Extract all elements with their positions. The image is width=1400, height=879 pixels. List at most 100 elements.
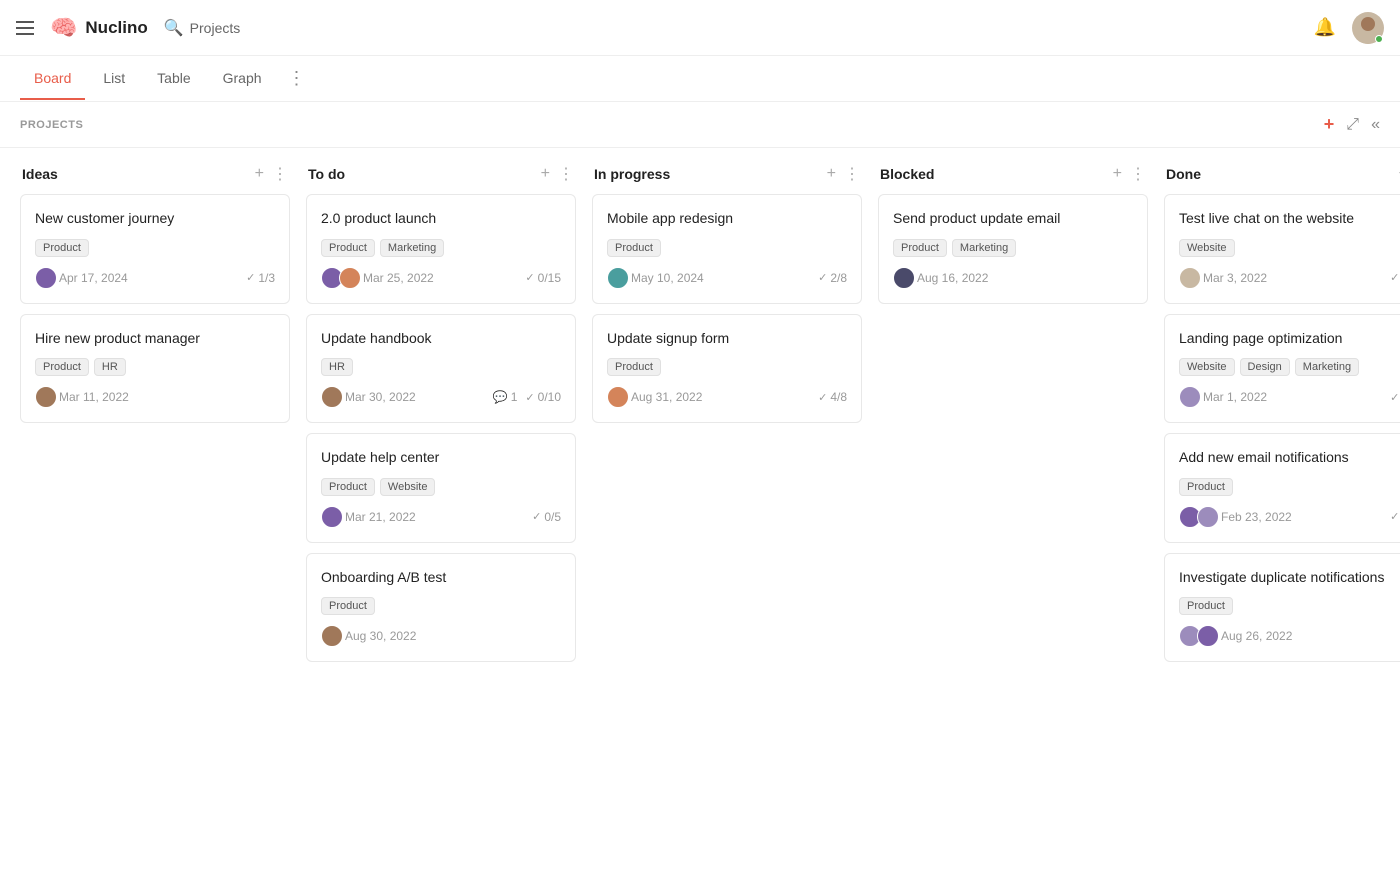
hamburger-button[interactable]: [16, 21, 34, 35]
card-avatars: [321, 625, 339, 647]
card-progress: ✓ 7/7: [1390, 271, 1400, 285]
card-footer: May 10, 2024 ✓ 2/8: [607, 267, 847, 289]
card-footer: Feb 23, 2022 ✓ 5/5: [1179, 506, 1400, 528]
card-progress: ✓ 5/5: [1390, 510, 1400, 524]
collapse-button[interactable]: «: [1371, 116, 1380, 134]
card-meta: Aug 31, 2022: [607, 386, 702, 408]
card-mobile-redesign[interactable]: Mobile app redesign Product May 10, 2024…: [592, 194, 862, 304]
card-date: May 10, 2024: [631, 271, 704, 285]
board-header: PROJECTS + ⤢ «: [0, 102, 1400, 148]
top-nav: 🧠 Nuclino 🔍 Projects 🔔: [0, 0, 1400, 56]
progress-value: 0/5: [544, 510, 561, 524]
avatar: [1197, 506, 1219, 528]
nav-right: 🔔: [1314, 12, 1384, 44]
tag: Product: [1179, 597, 1233, 615]
column-add-blocked[interactable]: +: [1113, 165, 1122, 183]
board-header-title: PROJECTS: [20, 119, 83, 131]
card-progress: ✓ 2/8: [818, 271, 847, 285]
card-email-notifications[interactable]: Add new email notifications Product Feb …: [1164, 433, 1400, 543]
card-date: Mar 3, 2022: [1203, 271, 1267, 285]
card-meta: Apr 17, 2024: [35, 267, 128, 289]
tag: Website: [1179, 239, 1235, 257]
card-date: Feb 23, 2022: [1221, 510, 1292, 524]
card-meta: Mar 25, 2022: [321, 267, 434, 289]
card-footer: Mar 30, 2022 💬 1 ✓ 0/10: [321, 386, 561, 408]
tag: Marketing: [1295, 358, 1359, 376]
column-menu-inprogress[interactable]: ⋮: [844, 164, 860, 184]
tab-graph[interactable]: Graph: [209, 58, 276, 100]
card-landing-page[interactable]: Landing page optimization Website Design…: [1164, 314, 1400, 424]
column-menu-blocked[interactable]: ⋮: [1130, 164, 1146, 184]
avatar: [35, 267, 57, 289]
card-progress: ✓ 1/3: [246, 271, 275, 285]
card-title: Update handbook: [321, 329, 561, 349]
tag: HR: [94, 358, 126, 376]
avatar: [321, 506, 343, 528]
expand-button[interactable]: ⤢: [1346, 116, 1359, 134]
card-progress: ✓ 0/5: [532, 510, 561, 524]
card-duplicate-notifications[interactable]: Investigate duplicate notifications Prod…: [1164, 553, 1400, 663]
comment-icon: 💬: [493, 390, 508, 404]
nav-left: 🧠 Nuclino 🔍 Projects: [16, 15, 240, 41]
tag: Product: [893, 239, 947, 257]
card-date: Mar 11, 2022: [59, 390, 129, 404]
progress-icon: ✓: [1390, 271, 1399, 284]
search-icon: 🔍: [164, 18, 184, 38]
tabs-more-button[interactable]: ⋮: [280, 56, 314, 101]
card-title: 2.0 product launch: [321, 209, 561, 229]
logo: 🧠 Nuclino: [50, 15, 148, 41]
avatar: [1179, 386, 1201, 408]
card-avatars: [893, 267, 911, 289]
tab-board[interactable]: Board: [20, 58, 85, 100]
tab-list[interactable]: List: [89, 58, 139, 100]
column-title-done: Done: [1166, 166, 1201, 182]
card-meta: Feb 23, 2022: [1179, 506, 1292, 528]
column-blocked: Blocked + ⋮ Send product update email Pr…: [878, 164, 1148, 314]
column-title-inprogress: In progress: [594, 166, 670, 182]
column-actions-ideas: + ⋮: [255, 164, 288, 184]
card-meta: Aug 16, 2022: [893, 267, 988, 289]
breadcrumb-text[interactable]: Projects: [190, 20, 241, 36]
column-add-todo[interactable]: +: [541, 165, 550, 183]
column-add-inprogress[interactable]: +: [827, 165, 836, 183]
card-title: Add new email notifications: [1179, 448, 1400, 468]
tag: Marketing: [952, 239, 1016, 257]
card-tags: Product: [607, 239, 847, 257]
card-tags: Website: [1179, 239, 1400, 257]
card-update-signup[interactable]: Update signup form Product Aug 31, 2022 …: [592, 314, 862, 424]
avatar-online-dot: [1375, 35, 1383, 43]
card-new-customer-journey[interactable]: New customer journey Product Apr 17, 202…: [20, 194, 290, 304]
column-add-ideas[interactable]: +: [255, 165, 264, 183]
progress-icon: ✓: [532, 510, 541, 523]
card-meta: Mar 11, 2022: [35, 386, 129, 408]
column-inprogress: In progress + ⋮ Mobile app redesign Prod…: [592, 164, 862, 433]
card-onboarding-ab[interactable]: Onboarding A/B test Product Aug 30, 2022: [306, 553, 576, 663]
card-live-chat[interactable]: Test live chat on the website Website Ma…: [1164, 194, 1400, 304]
avatar: [1179, 267, 1201, 289]
card-date: Aug 16, 2022: [917, 271, 988, 285]
user-avatar-container[interactable]: [1352, 12, 1384, 44]
card-product-launch[interactable]: 2.0 product launch Product Marketing Mar…: [306, 194, 576, 304]
tag: Product: [607, 358, 661, 376]
tag: Product: [35, 239, 89, 257]
column-menu-ideas[interactable]: ⋮: [272, 164, 288, 184]
notification-button[interactable]: 🔔: [1314, 17, 1336, 38]
card-avatars: [321, 267, 357, 289]
card-send-update-email[interactable]: Send product update email Product Market…: [878, 194, 1148, 304]
card-update-help-center[interactable]: Update help center Product Website Mar 2…: [306, 433, 576, 543]
card-meta: Mar 1, 2022: [1179, 386, 1267, 408]
tag: Product: [321, 597, 375, 615]
card-hire-product-manager[interactable]: Hire new product manager Product HR Mar …: [20, 314, 290, 424]
tab-table[interactable]: Table: [143, 58, 204, 100]
card-update-handbook[interactable]: Update handbook HR Mar 30, 2022 💬 1: [306, 314, 576, 424]
board-container: Ideas + ⋮ New customer journey Product A…: [0, 148, 1400, 879]
column-header-done: Done + ⋮: [1164, 164, 1400, 184]
add-column-button[interactable]: +: [1324, 114, 1335, 135]
card-title: New customer journey: [35, 209, 275, 229]
column-menu-todo[interactable]: ⋮: [558, 164, 574, 184]
progress-value: 2/8: [830, 271, 847, 285]
card-date: Aug 30, 2022: [345, 629, 416, 643]
card-footer: Mar 21, 2022 ✓ 0/5: [321, 506, 561, 528]
card-title: Update signup form: [607, 329, 847, 349]
column-header-ideas: Ideas + ⋮: [20, 164, 290, 184]
